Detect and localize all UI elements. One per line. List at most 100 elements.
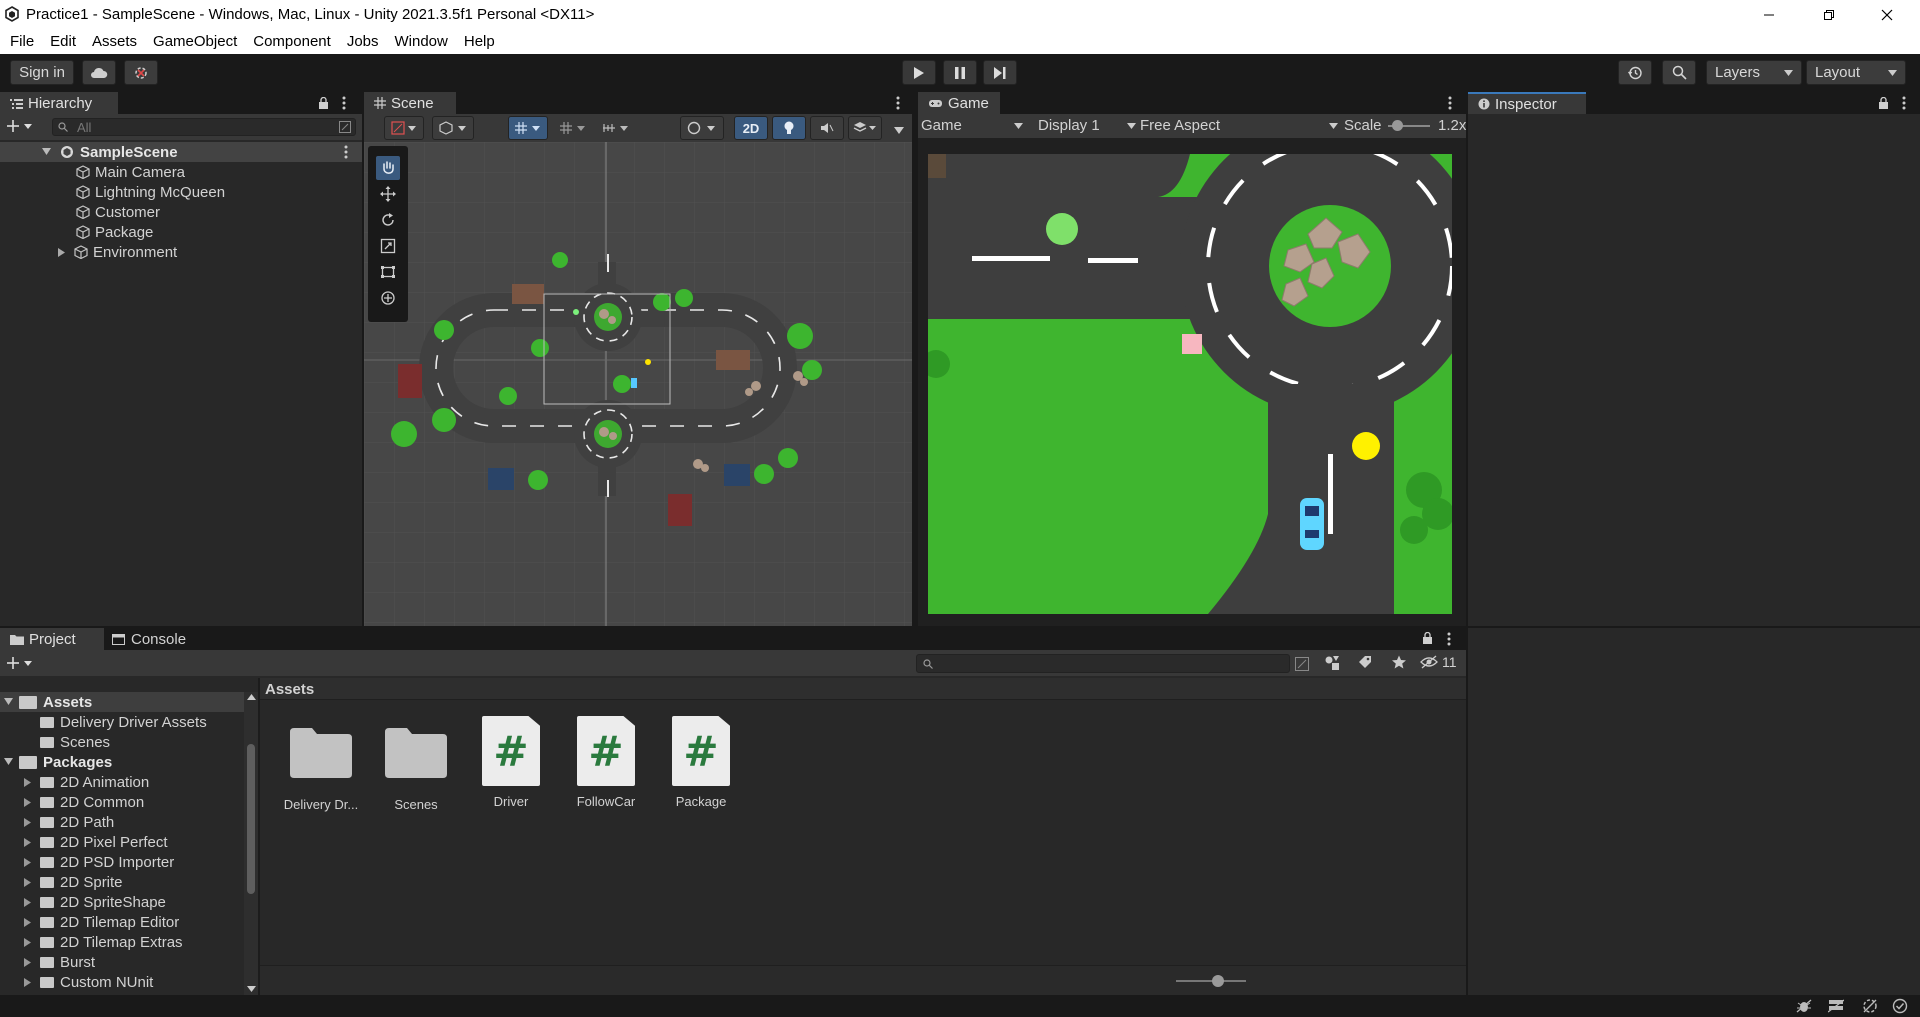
game-view[interactable] (928, 154, 1452, 614)
scroll-down-icon[interactable] (247, 986, 256, 992)
collapsed-arrow-icon[interactable] (24, 897, 31, 907)
tab-console[interactable]: Console (112, 631, 186, 648)
scene-toolbar-overflow[interactable] (894, 122, 904, 139)
hierarchy-item-environment[interactable]: Environment (0, 242, 362, 262)
draw-mode-dropdown[interactable] (384, 116, 424, 140)
tree-package-item[interactable]: Burst (0, 952, 258, 972)
scene-viewport[interactable] (364, 142, 912, 626)
menu-gameobject[interactable]: GameObject (145, 33, 245, 50)
collapsed-arrow-icon[interactable] (58, 247, 65, 257)
display-dropdown[interactable]: Display 1 (1038, 117, 1136, 134)
tree-package-item[interactable]: 2D Path (0, 812, 258, 832)
minimize-button[interactable] (1746, 0, 1792, 29)
more-options-icon[interactable] (896, 96, 900, 110)
tree-packages-root[interactable]: Packages (0, 752, 258, 772)
asset-item-script[interactable]: # Driver (466, 716, 556, 812)
lock-icon[interactable] (1422, 632, 1433, 644)
tree-package-item[interactable]: 2D Animation (0, 772, 258, 792)
effects-dropdown[interactable] (848, 116, 882, 140)
lock-icon[interactable] (318, 97, 329, 109)
sign-in-button[interactable]: Sign in (10, 60, 74, 85)
menu-assets[interactable]: Assets (84, 33, 145, 50)
layout-dropdown[interactable]: Layout (1806, 60, 1906, 85)
icon-size-slider[interactable] (1176, 975, 1246, 987)
rotate-tool-button[interactable] (376, 208, 400, 232)
2d-mode-toggle[interactable]: 2D (734, 116, 768, 140)
tree-scrollbar[interactable] (244, 692, 258, 995)
hierarchy-item-package[interactable]: Package (0, 222, 362, 242)
transform-tool-button[interactable] (376, 286, 400, 310)
collapsed-arrow-icon[interactable] (24, 877, 31, 887)
hierarchy-search-input[interactable]: All (52, 118, 356, 136)
more-options-icon[interactable] (1902, 96, 1906, 110)
hidden-packages-icon[interactable] (1420, 655, 1438, 669)
menu-jobs[interactable]: Jobs (339, 33, 387, 50)
search-by-type-icon[interactable] (339, 121, 351, 133)
hierarchy-scene-row[interactable]: SampleScene (0, 142, 362, 162)
scale-tool-button[interactable] (376, 234, 400, 258)
tree-folder-scenes[interactable]: Scenes (0, 732, 258, 752)
menu-window[interactable]: Window (387, 33, 456, 50)
collab-button[interactable] (124, 60, 158, 85)
increment-snap-dropdown[interactable] (596, 116, 636, 140)
more-options-icon[interactable] (1448, 96, 1452, 110)
asset-item-script[interactable]: # FollowCar (561, 716, 651, 812)
asset-item-folder[interactable]: Delivery Dr... (276, 716, 366, 812)
scale-slider[interactable] (1388, 120, 1430, 131)
tree-package-item[interactable]: 2D Pixel Perfect (0, 832, 258, 852)
tab-game[interactable]: Game (918, 92, 1000, 114)
tree-package-item[interactable]: 2D Sprite (0, 872, 258, 892)
menu-edit[interactable]: Edit (42, 33, 84, 50)
search-button[interactable] (1662, 60, 1696, 85)
lighting-toggle[interactable] (772, 116, 806, 140)
move-tool-button[interactable] (376, 182, 400, 206)
lock-icon[interactable] (1878, 97, 1889, 109)
snap-increment-dropdown[interactable] (554, 116, 592, 140)
hand-tool-button[interactable] (376, 156, 400, 180)
asset-item-script[interactable]: # Package (656, 716, 746, 812)
tree-folder-delivery-driver-assets[interactable]: Delivery Driver Assets (0, 712, 258, 732)
rect-tool-button[interactable] (376, 260, 400, 284)
collapsed-arrow-icon[interactable] (24, 857, 31, 867)
tree-package-item[interactable]: 2D Common (0, 792, 258, 812)
aspect-dropdown[interactable]: Free Aspect (1140, 117, 1338, 134)
collapsed-arrow-icon[interactable] (24, 937, 31, 947)
icon-size-slider-handle[interactable] (1212, 975, 1224, 987)
render-mode-dropdown[interactable] (432, 116, 474, 140)
pause-button[interactable] (943, 60, 977, 85)
project-create-button[interactable] (6, 655, 34, 675)
more-options-icon[interactable] (344, 145, 348, 159)
menu-component[interactable]: Component (245, 33, 339, 50)
play-button[interactable] (902, 60, 936, 85)
favorites-star-icon[interactable] (1392, 655, 1406, 669)
filter-by-label-icon[interactable] (1358, 655, 1372, 669)
hierarchy-item-customer[interactable]: Customer (0, 202, 362, 222)
tree-assets-root[interactable]: Assets (0, 692, 258, 712)
menu-file[interactable]: File (0, 33, 42, 50)
scale-slider-handle[interactable] (1392, 120, 1403, 131)
collapsed-arrow-icon[interactable] (24, 917, 31, 927)
collapsed-arrow-icon[interactable] (24, 977, 31, 987)
tree-package-item[interactable]: 2D PSD Importer (0, 852, 258, 872)
restore-button[interactable] (1806, 0, 1852, 29)
collapsed-arrow-icon[interactable] (24, 777, 31, 787)
hierarchy-item-main-camera[interactable]: Main Camera (0, 162, 362, 182)
layers-dropdown[interactable]: Layers (1706, 60, 1802, 85)
scroll-up-icon[interactable] (247, 694, 256, 700)
collapsed-arrow-icon[interactable] (24, 837, 31, 847)
project-search-input[interactable] (916, 654, 1309, 673)
asset-item-folder[interactable]: Scenes (371, 716, 461, 812)
close-window-button[interactable] (1864, 0, 1910, 29)
collapsed-arrow-icon[interactable] (24, 797, 31, 807)
progress-icon[interactable] (1862, 998, 1878, 1014)
scrollbar-thumb[interactable] (247, 744, 255, 894)
breadcrumb[interactable]: Assets (265, 681, 314, 698)
tab-scene[interactable]: Scene (364, 92, 456, 114)
tree-package-item[interactable]: Custom NUnit (0, 972, 258, 992)
filter-by-type-icon[interactable] (1324, 655, 1340, 671)
game-view-dropdown[interactable]: Game (921, 117, 1027, 134)
more-options-icon[interactable] (342, 96, 346, 110)
collapsed-arrow-icon[interactable] (24, 817, 31, 827)
grid-snap-toggle[interactable] (508, 116, 548, 140)
tab-project[interactable]: Project (0, 628, 104, 650)
